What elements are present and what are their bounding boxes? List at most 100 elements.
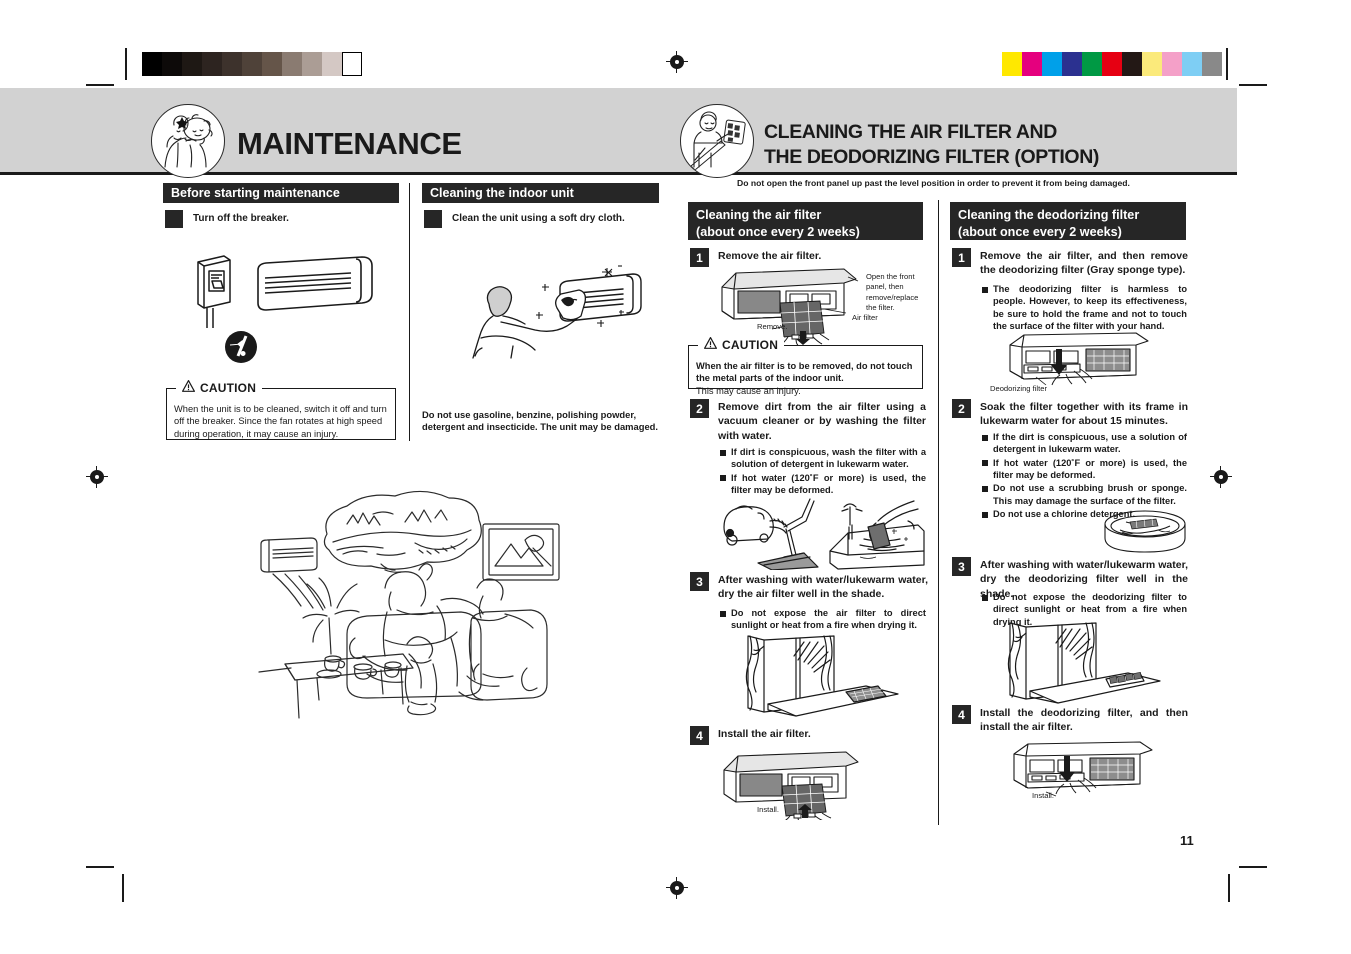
color-swatch-6	[1122, 52, 1142, 76]
caution-text-air-filter-bold: When the air filter is to be removed, do…	[696, 361, 913, 384]
grayscale-swatch-7	[282, 52, 302, 76]
section-bar-cleaning-deodorizing-filter: Cleaning the deodorizing filter (about o…	[950, 202, 1186, 240]
color-swatch-3	[1062, 52, 1082, 76]
bullet-item: If hot water (120˚F or more) is used, th…	[720, 472, 926, 497]
grayscale-swatch-2	[182, 52, 202, 76]
color-swatch-7	[1142, 52, 1162, 76]
crop-mark-bottom-right-vert	[1228, 874, 1230, 902]
callout-deodorizing-filter-label: Deodorizing filter	[990, 384, 1047, 393]
grayscale-swatch-8	[302, 52, 322, 76]
registration-mark-right	[1210, 466, 1232, 488]
step-number-air-1: 1	[690, 248, 709, 267]
page-title-cleaning: CLEANING THE AIR FILTER AND THE DEODORIZ…	[764, 120, 1099, 169]
divider-middle-right-columns	[938, 200, 940, 825]
divider-left-columns	[409, 183, 411, 441]
step-number-deo-3: 3	[952, 557, 971, 576]
section-bar-air-filter-line1: Cleaning the air filter	[696, 208, 822, 222]
warning-triangle-icon	[704, 337, 717, 352]
front-panel-note: Do not open the front panel up past the …	[737, 178, 1130, 188]
crop-mark-top-left	[86, 84, 114, 86]
step-title-air-1: Remove the air filter.	[718, 250, 822, 262]
soak-basin-figure	[1100, 508, 1190, 558]
callout-remove: Remove.	[757, 322, 788, 331]
callout-air-filter: Air filter	[852, 313, 878, 322]
note-no-gasoline: Do not use gasoline, benzine, polishing …	[422, 409, 658, 433]
grayscale-swatch-10	[342, 52, 362, 76]
caution-text-breaker: When the unit is to be cleaned, switch i…	[174, 404, 387, 439]
bullet-list-air-2: If dirt is conspicuous, wash the filter …	[720, 446, 926, 497]
grayscale-swatch-1	[162, 52, 182, 76]
step-title-air-3: After washing with water/lukewarm water,…	[718, 574, 928, 601]
step-number-deo-2: 2	[952, 399, 971, 418]
step-title-air-2: Remove dirt from the air filter using a …	[718, 401, 926, 442]
technician-filter-icon	[680, 104, 754, 178]
grayscale-swatch-3	[202, 52, 222, 76]
calibration-rule-left	[125, 48, 127, 80]
crop-mark-top-right	[1239, 84, 1267, 86]
step-title-deo-1: Remove the air filter, and then remove t…	[980, 250, 1188, 277]
calibration-rule-right	[1226, 48, 1228, 80]
bullet-item: If the dirt is conspicuous, use a soluti…	[982, 431, 1187, 456]
bullet-item: Do not use a scrubbing brush or sponge. …	[982, 482, 1187, 507]
grayscale-swatch-9	[322, 52, 342, 76]
page-title-cleaning-line1: CLEANING THE AIR FILTER AND	[764, 121, 1057, 143]
deodorizing-dry-in-shade-figure	[1000, 621, 1170, 706]
air-filter-remove-figure	[716, 265, 861, 345]
step-label-clean-soft-cloth: Clean the unit using a soft dry cloth.	[452, 213, 625, 224]
deodorizing-install-figure	[1006, 740, 1156, 802]
section-bar-cleaning-indoor-unit: Cleaning the indoor unit	[422, 183, 659, 203]
bullet-item: If dirt is conspicuous, wash the filter …	[720, 446, 926, 471]
crop-mark-bottom-right	[1239, 866, 1267, 868]
dry-in-shade-figure	[738, 634, 908, 719]
color-swatch-1	[1022, 52, 1042, 76]
step-title-deo-4: Install the deodorizing filter, and then…	[980, 707, 1188, 734]
step-number-deo-4: 4	[952, 705, 971, 724]
registration-mark-bottom-center	[666, 877, 688, 899]
living-room-illustration	[255, 488, 565, 728]
vacuum-and-wash-figure	[718, 495, 926, 570]
crop-mark-bottom-left	[86, 866, 114, 868]
step-number-air-3: 3	[690, 572, 709, 591]
bullet-square-soft-cloth	[424, 210, 442, 228]
color-swatch-2	[1042, 52, 1062, 76]
bullet-item: Do not expose the air filter to direct s…	[720, 607, 926, 632]
caution-title-breaker-text: CAUTION	[200, 380, 257, 395]
step-number-deo-1: 1	[952, 248, 971, 267]
registration-mark-top-center	[666, 51, 688, 73]
bullet-item: If hot water (120˚F or more) is used, th…	[982, 457, 1187, 482]
grayscale-swatch-4	[222, 52, 242, 76]
grayscale-swatch-5	[242, 52, 262, 76]
caution-text-air-filter-plain: This may cause an injury.	[696, 385, 801, 396]
caution-box-air-filter: CAUTION When the air filter is to be rem…	[688, 337, 923, 396]
caution-text-air-filter: When the air filter is to be removed, do…	[689, 346, 922, 403]
breaker-unit-figure	[190, 250, 390, 365]
color-swatch-9	[1182, 52, 1202, 76]
caution-box-breaker: CAUTION When the unit is to be cleaned, …	[166, 380, 396, 440]
step-title-deo-2: Soak the filter together with its frame …	[980, 401, 1188, 428]
callout-install-air-filter: Install.	[757, 805, 779, 814]
step-number-air-4: 4	[690, 726, 709, 745]
color-swatch-0	[1002, 52, 1022, 76]
page-title-maintenance: MAINTENANCE	[237, 126, 462, 161]
bullet-list-air-3: Do not expose the air filter to direct s…	[720, 607, 926, 633]
wiping-unit-figure	[455, 258, 645, 368]
registration-mark-left	[86, 466, 108, 488]
caution-title-air-filter-text: CAUTION	[722, 337, 779, 352]
step-number-air-2: 2	[690, 399, 709, 418]
bullet-item: The deodorizing filter is harmless to pe…	[982, 283, 1187, 332]
warning-triangle-icon	[182, 380, 195, 395]
grayscale-swatch-0	[142, 52, 162, 76]
section-bar-deodorizing-line2: (about once every 2 weeks)	[958, 224, 1122, 239]
caution-title-air-filter: CAUTION	[698, 337, 785, 352]
section-bar-deodorizing-line1: Cleaning the deodorizing filter	[958, 208, 1140, 222]
step-title-air-4: Install the air filter.	[718, 728, 811, 740]
color-calibration-bar	[1002, 52, 1222, 76]
manual-page: MAINTENANCE CLEANING THE AIR FILTER AND …	[0, 0, 1351, 954]
color-swatch-4	[1082, 52, 1102, 76]
color-swatch-10	[1202, 52, 1222, 76]
page-title-cleaning-line2: THE DEODORIZING FILTER (OPTION)	[764, 145, 1099, 168]
callout-install-deodorizing: Install.	[1032, 791, 1054, 800]
caution-title-breaker: CAUTION	[176, 380, 263, 395]
section-bar-before-maintenance: Before starting maintenance	[163, 183, 399, 203]
grayscale-swatch-6	[262, 52, 282, 76]
